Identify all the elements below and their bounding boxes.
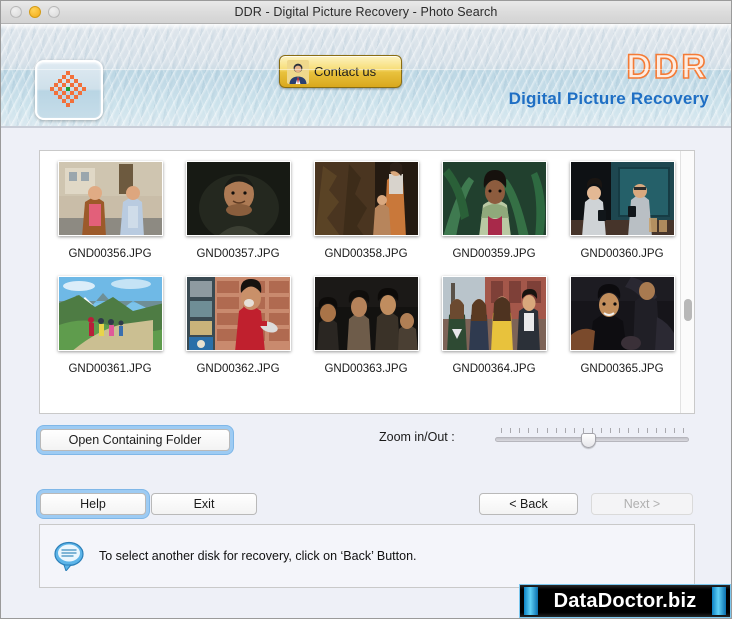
photo-item[interactable]: GND00359.JPG	[436, 161, 552, 260]
photo-item[interactable]: GND00357.JPG	[180, 161, 296, 260]
open-containing-folder-button[interactable]: Open Containing Folder	[40, 429, 230, 451]
photo-filename: GND00357.JPG	[196, 248, 280, 260]
brand-title: DDR	[626, 48, 709, 86]
row-spacer	[40, 260, 680, 276]
slider-tick	[637, 428, 639, 433]
photo-thumbnail[interactable]	[441, 276, 547, 351]
slider-tick	[646, 428, 648, 433]
application-window: DDR - Digital Picture Recovery - Photo S…	[0, 0, 732, 619]
photo-thumbnail[interactable]	[569, 161, 675, 236]
slider-tick	[555, 428, 557, 433]
photo-filename: GND00364.JPG	[452, 363, 536, 375]
window-title: DDR - Digital Picture Recovery - Photo S…	[234, 5, 498, 19]
slider-tick	[664, 428, 666, 433]
vertical-scrollbar[interactable]	[680, 151, 694, 413]
photo-item[interactable]: GND00356.JPG	[52, 161, 168, 260]
scrollbar-thumb[interactable]	[684, 299, 692, 321]
open-containing-folder-focus-ring: Open Containing Folder	[37, 426, 233, 454]
photo-grid-row: GND00356.JPG GND00357.JPG GND00358.JPG G…	[40, 161, 680, 260]
banner-sheen	[1, 24, 731, 30]
photo-item[interactable]: GND00362.JPG	[180, 276, 296, 375]
speech-bubble-icon	[54, 541, 84, 571]
status-panel: To select another disk for recovery, cli…	[39, 524, 695, 588]
main-content: GND00356.JPG GND00357.JPG GND00358.JPG G…	[1, 128, 731, 618]
photo-grid-panel: GND00356.JPG GND00357.JPG GND00358.JPG G…	[39, 150, 695, 414]
photo-item[interactable]: GND00365.JPG	[564, 276, 680, 375]
photo-filename: GND00358.JPG	[324, 248, 408, 260]
next-button[interactable]: Next >	[591, 493, 693, 515]
photo-thumbnail[interactable]	[313, 161, 419, 236]
ddr-flower-logo-icon	[48, 69, 90, 111]
photo-filename: GND00365.JPG	[580, 363, 664, 375]
watermark-right-bar	[712, 587, 726, 615]
slider-tick	[537, 428, 539, 433]
help-focus-ring: Help	[37, 490, 149, 518]
watermark-badge: DataDoctor.biz	[519, 584, 731, 618]
photo-item[interactable]: GND00358.JPG	[308, 161, 424, 260]
photo-item[interactable]: GND00361.JPG	[52, 276, 168, 375]
photo-item[interactable]: GND00364.JPG	[436, 276, 552, 375]
slider-tick	[528, 428, 530, 433]
app-logo-tile	[35, 60, 103, 120]
slider-tick	[683, 428, 684, 433]
photo-filename: GND00360.JPG	[580, 248, 664, 260]
slider-tick	[610, 428, 612, 433]
contact-us-button[interactable]: Contact us	[279, 55, 402, 88]
zoom-slider[interactable]	[495, 428, 689, 450]
slider-tick	[510, 428, 512, 433]
photo-filename: GND00359.JPG	[452, 248, 536, 260]
slider-tick	[546, 428, 548, 433]
slider-tick	[601, 428, 603, 433]
back-button[interactable]: < Back	[479, 493, 578, 515]
brand-block: DDR Digital Picture Recovery	[508, 48, 709, 109]
photo-item[interactable]: GND00363.JPG	[308, 276, 424, 375]
zoom-label: Zoom in/Out :	[379, 430, 455, 444]
photo-grid: GND00356.JPG GND00357.JPG GND00358.JPG G…	[40, 151, 680, 413]
watermark-text: DataDoctor.biz	[553, 589, 697, 612]
title-bar: DDR - Digital Picture Recovery - Photo S…	[1, 1, 731, 24]
photo-filename: GND00361.JPG	[68, 363, 152, 375]
exit-button[interactable]: Exit	[151, 493, 257, 515]
photo-grid-row: GND00361.JPG GND00362.JPG GND00363.JPG G…	[40, 276, 680, 375]
header-banner: Contact us DDR Digital Picture Recovery	[1, 24, 731, 128]
photo-item[interactable]: GND00360.JPG	[564, 161, 680, 260]
slider-tick	[628, 428, 630, 433]
photo-thumbnail[interactable]	[441, 161, 547, 236]
photo-thumbnail[interactable]	[185, 161, 291, 236]
slider-tick	[564, 428, 566, 433]
photo-filename: GND00362.JPG	[196, 363, 280, 375]
zoom-slider-thumb[interactable]	[580, 433, 596, 448]
photo-thumbnail[interactable]	[569, 276, 675, 351]
photo-filename: GND00356.JPG	[68, 248, 152, 260]
slider-tick	[673, 428, 675, 433]
slider-tick	[519, 428, 521, 433]
person-icon	[287, 59, 309, 84]
status-message: To select another disk for recovery, cli…	[99, 549, 417, 563]
brand-subtitle: Digital Picture Recovery	[508, 88, 709, 108]
watermark-left-bar	[524, 587, 538, 615]
photo-thumbnail[interactable]	[57, 161, 163, 236]
photo-filename: GND00363.JPG	[324, 363, 408, 375]
photo-thumbnail[interactable]	[185, 276, 291, 351]
slider-tick	[501, 428, 502, 433]
slider-tick	[655, 428, 657, 433]
contact-us-label: Contact us	[314, 64, 377, 79]
slider-tick	[619, 428, 621, 433]
slider-tick	[573, 428, 575, 433]
photo-thumbnail[interactable]	[313, 276, 419, 351]
help-button[interactable]: Help	[40, 493, 146, 515]
photo-thumbnail[interactable]	[57, 276, 163, 351]
